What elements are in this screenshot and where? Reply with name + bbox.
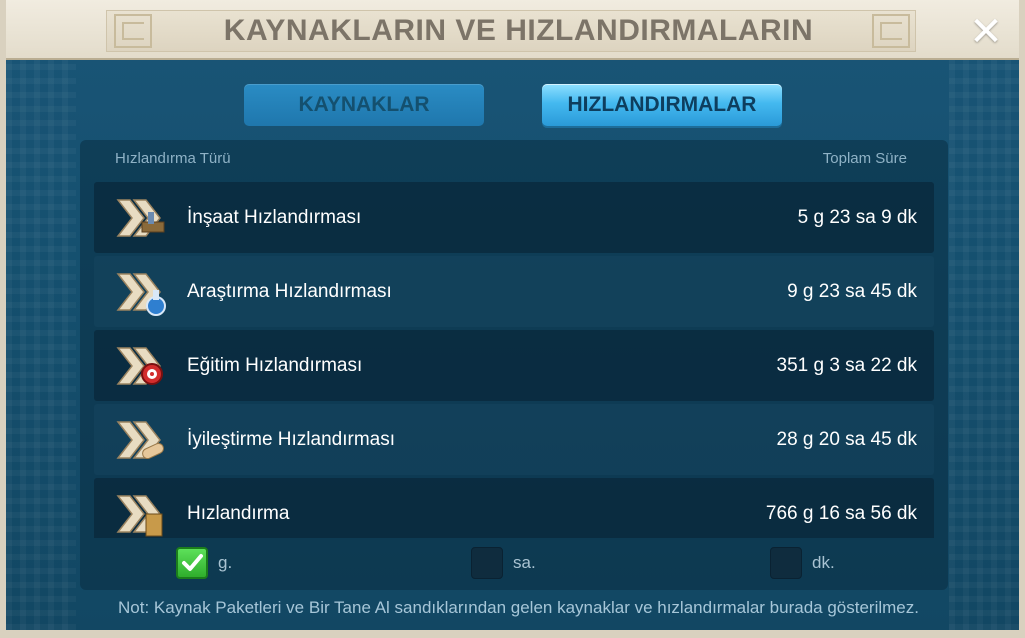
universal-speedup-icon [116, 495, 163, 537]
healing-speedup-icon [116, 421, 164, 460]
list-item: Hızlandırma 766 g 16 sa 56 dk [94, 478, 934, 538]
speedup-list[interactable]: İnşaat Hızlandırması 5 g 23 sa 9 dk Araş… [94, 182, 934, 538]
row-value: 766 g 16 sa 56 dk [765, 503, 917, 524]
research-speedup-icon [116, 273, 166, 316]
footer-note: Not: Kaynak Paketleri ve Bir Tane Al san… [117, 598, 919, 617]
list-item: Araştırma Hızlandırması 9 g 23 sa 45 dk [94, 256, 934, 327]
minutes-label: dk. [812, 553, 835, 572]
row-label: İnşaat Hızlandırması [187, 207, 362, 228]
close-icon: ✕ [969, 9, 1003, 55]
minutes-checkbox[interactable] [770, 547, 802, 579]
row-label: Eğitim Hızlandırması [187, 355, 363, 376]
days-label: g. [218, 553, 233, 572]
row-value: 5 g 23 sa 9 dk [797, 207, 917, 228]
checkmark-icon [182, 554, 203, 571]
row-label: Hızlandırma [187, 503, 290, 524]
row-label: İyileştirme Hızlandırması [187, 429, 395, 450]
list-item: Eğitim Hızlandırması 351 g 3 sa 22 dk [94, 330, 934, 401]
window-title: KAYNAKLARIN VE HIZLANDIRMALARIN [223, 14, 814, 47]
training-speedup-icon [116, 347, 163, 385]
construction-speedup-icon [116, 199, 165, 237]
row-value: 9 g 23 sa 45 dk [787, 281, 917, 302]
row-label: Araştırma Hızlandırması [187, 281, 392, 302]
row-value: 351 g 3 sa 22 dk [776, 355, 918, 376]
list-item: İyileştirme Hızlandırması 28 g 20 sa 45 … [94, 404, 934, 475]
tab-speedups[interactable]: HIZLANDIRMALAR [542, 84, 782, 126]
tab-resources[interactable]: KAYNAKLAR [244, 84, 484, 126]
hours-checkbox[interactable] [471, 547, 503, 579]
column-header-type: Hızlandırma Türü [115, 150, 231, 167]
title-bar: KAYNAKLARIN VE HIZLANDIRMALARIN ✕ [6, 0, 1019, 60]
dialog-frame: KAYNAKLARIN VE HIZLANDIRMALARIN ✕ KAYNAK… [0, 0, 1025, 638]
hours-label: sa. [513, 553, 536, 572]
column-header-total: Toplam Süre [822, 150, 907, 167]
row-value: 28 g 20 sa 45 dk [776, 429, 918, 450]
close-button[interactable]: ✕ [964, 10, 1008, 54]
list-item: İnşaat Hızlandırması 5 g 23 sa 9 dk [94, 182, 934, 253]
days-checkbox[interactable] [176, 547, 208, 579]
